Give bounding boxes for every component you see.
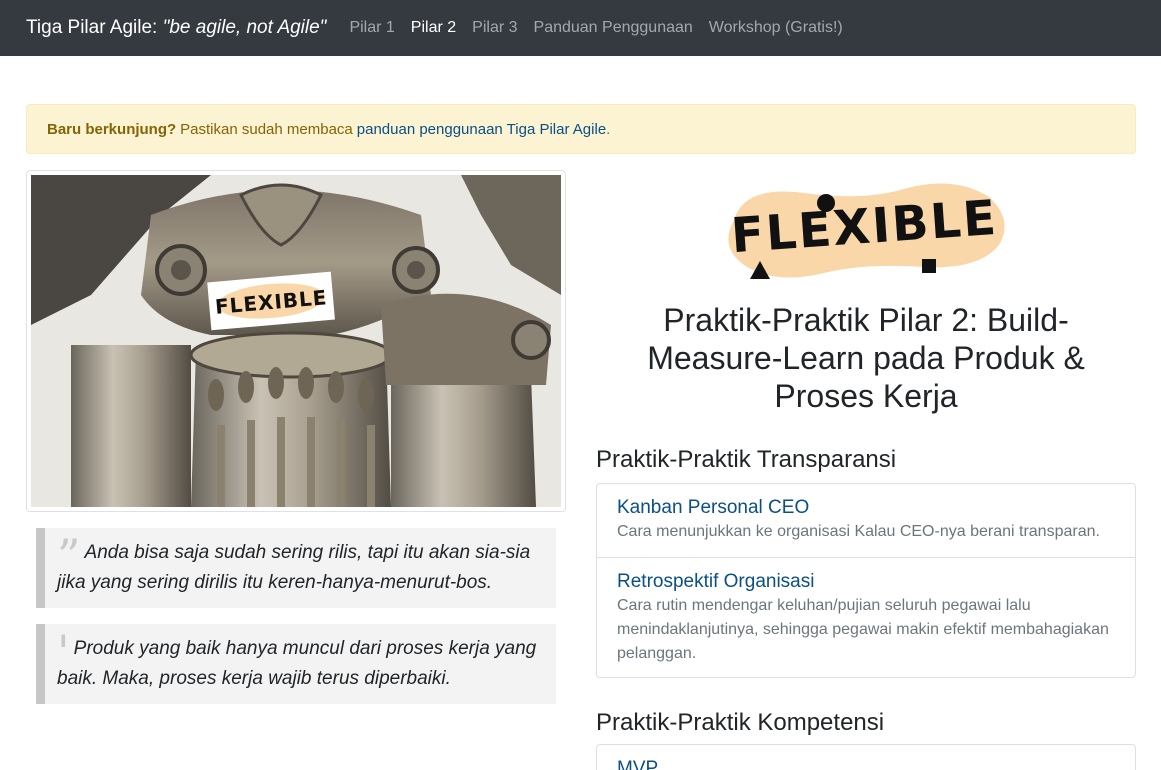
pillar-photo-frame: FLEXIBLE [26, 170, 566, 512]
practice-link-retrospektif[interactable]: Retrospektif Organisasi [617, 570, 1115, 594]
list-item[interactable]: Kanban Personal CEO Cara menunjukkan ke … [597, 484, 1135, 557]
practice-link-kanban[interactable]: Kanban Personal CEO [617, 496, 1115, 520]
flexible-logo: FLEXIBLE [728, 183, 1005, 279]
brand-tagline: "be agile, not Agile" [162, 17, 327, 38]
nav-link-pilar-2[interactable]: Pilar 2 [411, 19, 456, 37]
practice-link-mvp[interactable]: MVP [617, 757, 1115, 770]
pillar-photo: FLEXIBLE [31, 175, 561, 507]
practice-desc: Cara menunjukkan ke organisasi Kalau CEO… [617, 523, 1100, 540]
nav-link-workshop[interactable]: Workshop (Gratis!) [709, 19, 843, 37]
quote-block-1: ” Anda bisa saja sudah sering rilis, tapi… [36, 528, 556, 608]
quote-text-2: Produk yang baik hanya muncul dari prose… [57, 638, 537, 689]
info-alert: Baru berkunjung? Pastikan sudah membaca … [26, 104, 1136, 154]
brand-prefix: Tiga Pilar Agile: [26, 17, 158, 38]
nav-link-panduan[interactable]: Panduan Penggunaan [534, 19, 693, 37]
list-item[interactable]: MVP [597, 745, 1135, 770]
alert-guide-link[interactable]: panduan penggunaan Tiga Pilar Agile [357, 121, 606, 138]
top-navbar: Tiga Pilar Agile: "be agile, not Agile" … [0, 0, 1161, 56]
practice-list-transparansi: Kanban Personal CEO Cara menunjukkan ke … [596, 483, 1136, 678]
brand-title[interactable]: Tiga Pilar Agile: "be agile, not Agile" [26, 17, 326, 39]
page-title: Praktik-Praktik Pilar 2: Build-Measure-L… [647, 302, 1085, 414]
practice-list-kompetensi: MVP [596, 744, 1136, 770]
quote-block-2: ' Produk yang baik hanya muncul dari pros… [36, 624, 556, 704]
section-title-kompetensi: Praktik-Praktik Kompetensi [596, 709, 885, 736]
practice-desc: Cara rutin mendengar keluhan/pujian selu… [617, 597, 1109, 662]
alert-text: Pastikan sudah membaca [180, 120, 353, 138]
alert-bold: Baru berkunjung? [47, 120, 177, 138]
alert-end: . [606, 120, 611, 138]
nav-link-pilar-3[interactable]: Pilar 3 [472, 19, 517, 37]
section-title-transparansi: Praktik-Praktik Transparansi [596, 446, 897, 473]
quote-text-1: Anda bisa saja sudah sering rilis, tapi … [57, 542, 531, 593]
nav-link-pilar-1[interactable]: Pilar 1 [349, 19, 394, 37]
list-item[interactable]: Retrospektif Organisasi Cara rutin mende… [597, 557, 1135, 666]
